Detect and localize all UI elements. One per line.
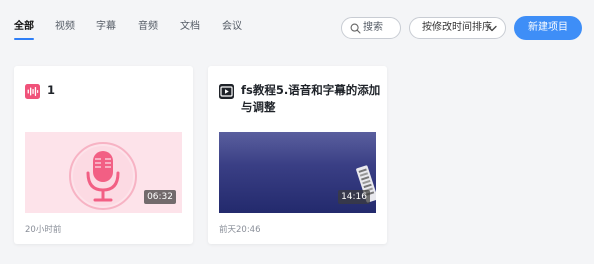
- duration-badge: 14:16: [338, 190, 370, 204]
- project-title[interactable]: 1: [47, 82, 187, 99]
- project-card[interactable]: 1 06:32 20小时前: [14, 66, 193, 244]
- modified-time: 20小时前: [25, 225, 62, 235]
- search-icon: [350, 23, 361, 34]
- tab-meeting[interactable]: 会议: [222, 20, 242, 34]
- active-tab-indicator: [14, 38, 34, 40]
- tab-document[interactable]: 文档: [180, 20, 200, 34]
- search-placeholder: 搜索: [363, 22, 383, 33]
- sort-dropdown[interactable]: 按修改时间排序: [409, 17, 506, 39]
- tab-subtitle[interactable]: 字幕: [96, 20, 116, 34]
- project-title[interactable]: fs教程5.语音和字幕的添加与调整: [241, 82, 381, 116]
- duration-badge: 06:32: [144, 190, 176, 204]
- project-thumbnail[interactable]: 14:16: [219, 132, 376, 213]
- tab-audio[interactable]: 音频: [138, 20, 158, 34]
- search-input[interactable]: 搜索: [341, 17, 401, 39]
- project-thumbnail[interactable]: 06:32: [25, 132, 182, 213]
- project-card[interactable]: fs教程5.语音和字幕的添加与调整 14:16 前天20:46: [208, 66, 387, 244]
- sort-label: 按修改时间排序: [422, 22, 492, 33]
- modified-time: 前天20:46: [219, 225, 261, 235]
- top-bar: 全部 视频 字幕 音频 文档 会议 搜索 按修改时间排序 新建项目: [0, 0, 594, 54]
- chevron-down-icon: [487, 25, 497, 32]
- tab-video[interactable]: 视频: [55, 20, 75, 34]
- tab-all[interactable]: 全部: [14, 20, 34, 34]
- video-icon: [219, 84, 234, 99]
- new-project-button[interactable]: 新建项目: [514, 16, 582, 40]
- audio-wave-icon: [25, 84, 40, 99]
